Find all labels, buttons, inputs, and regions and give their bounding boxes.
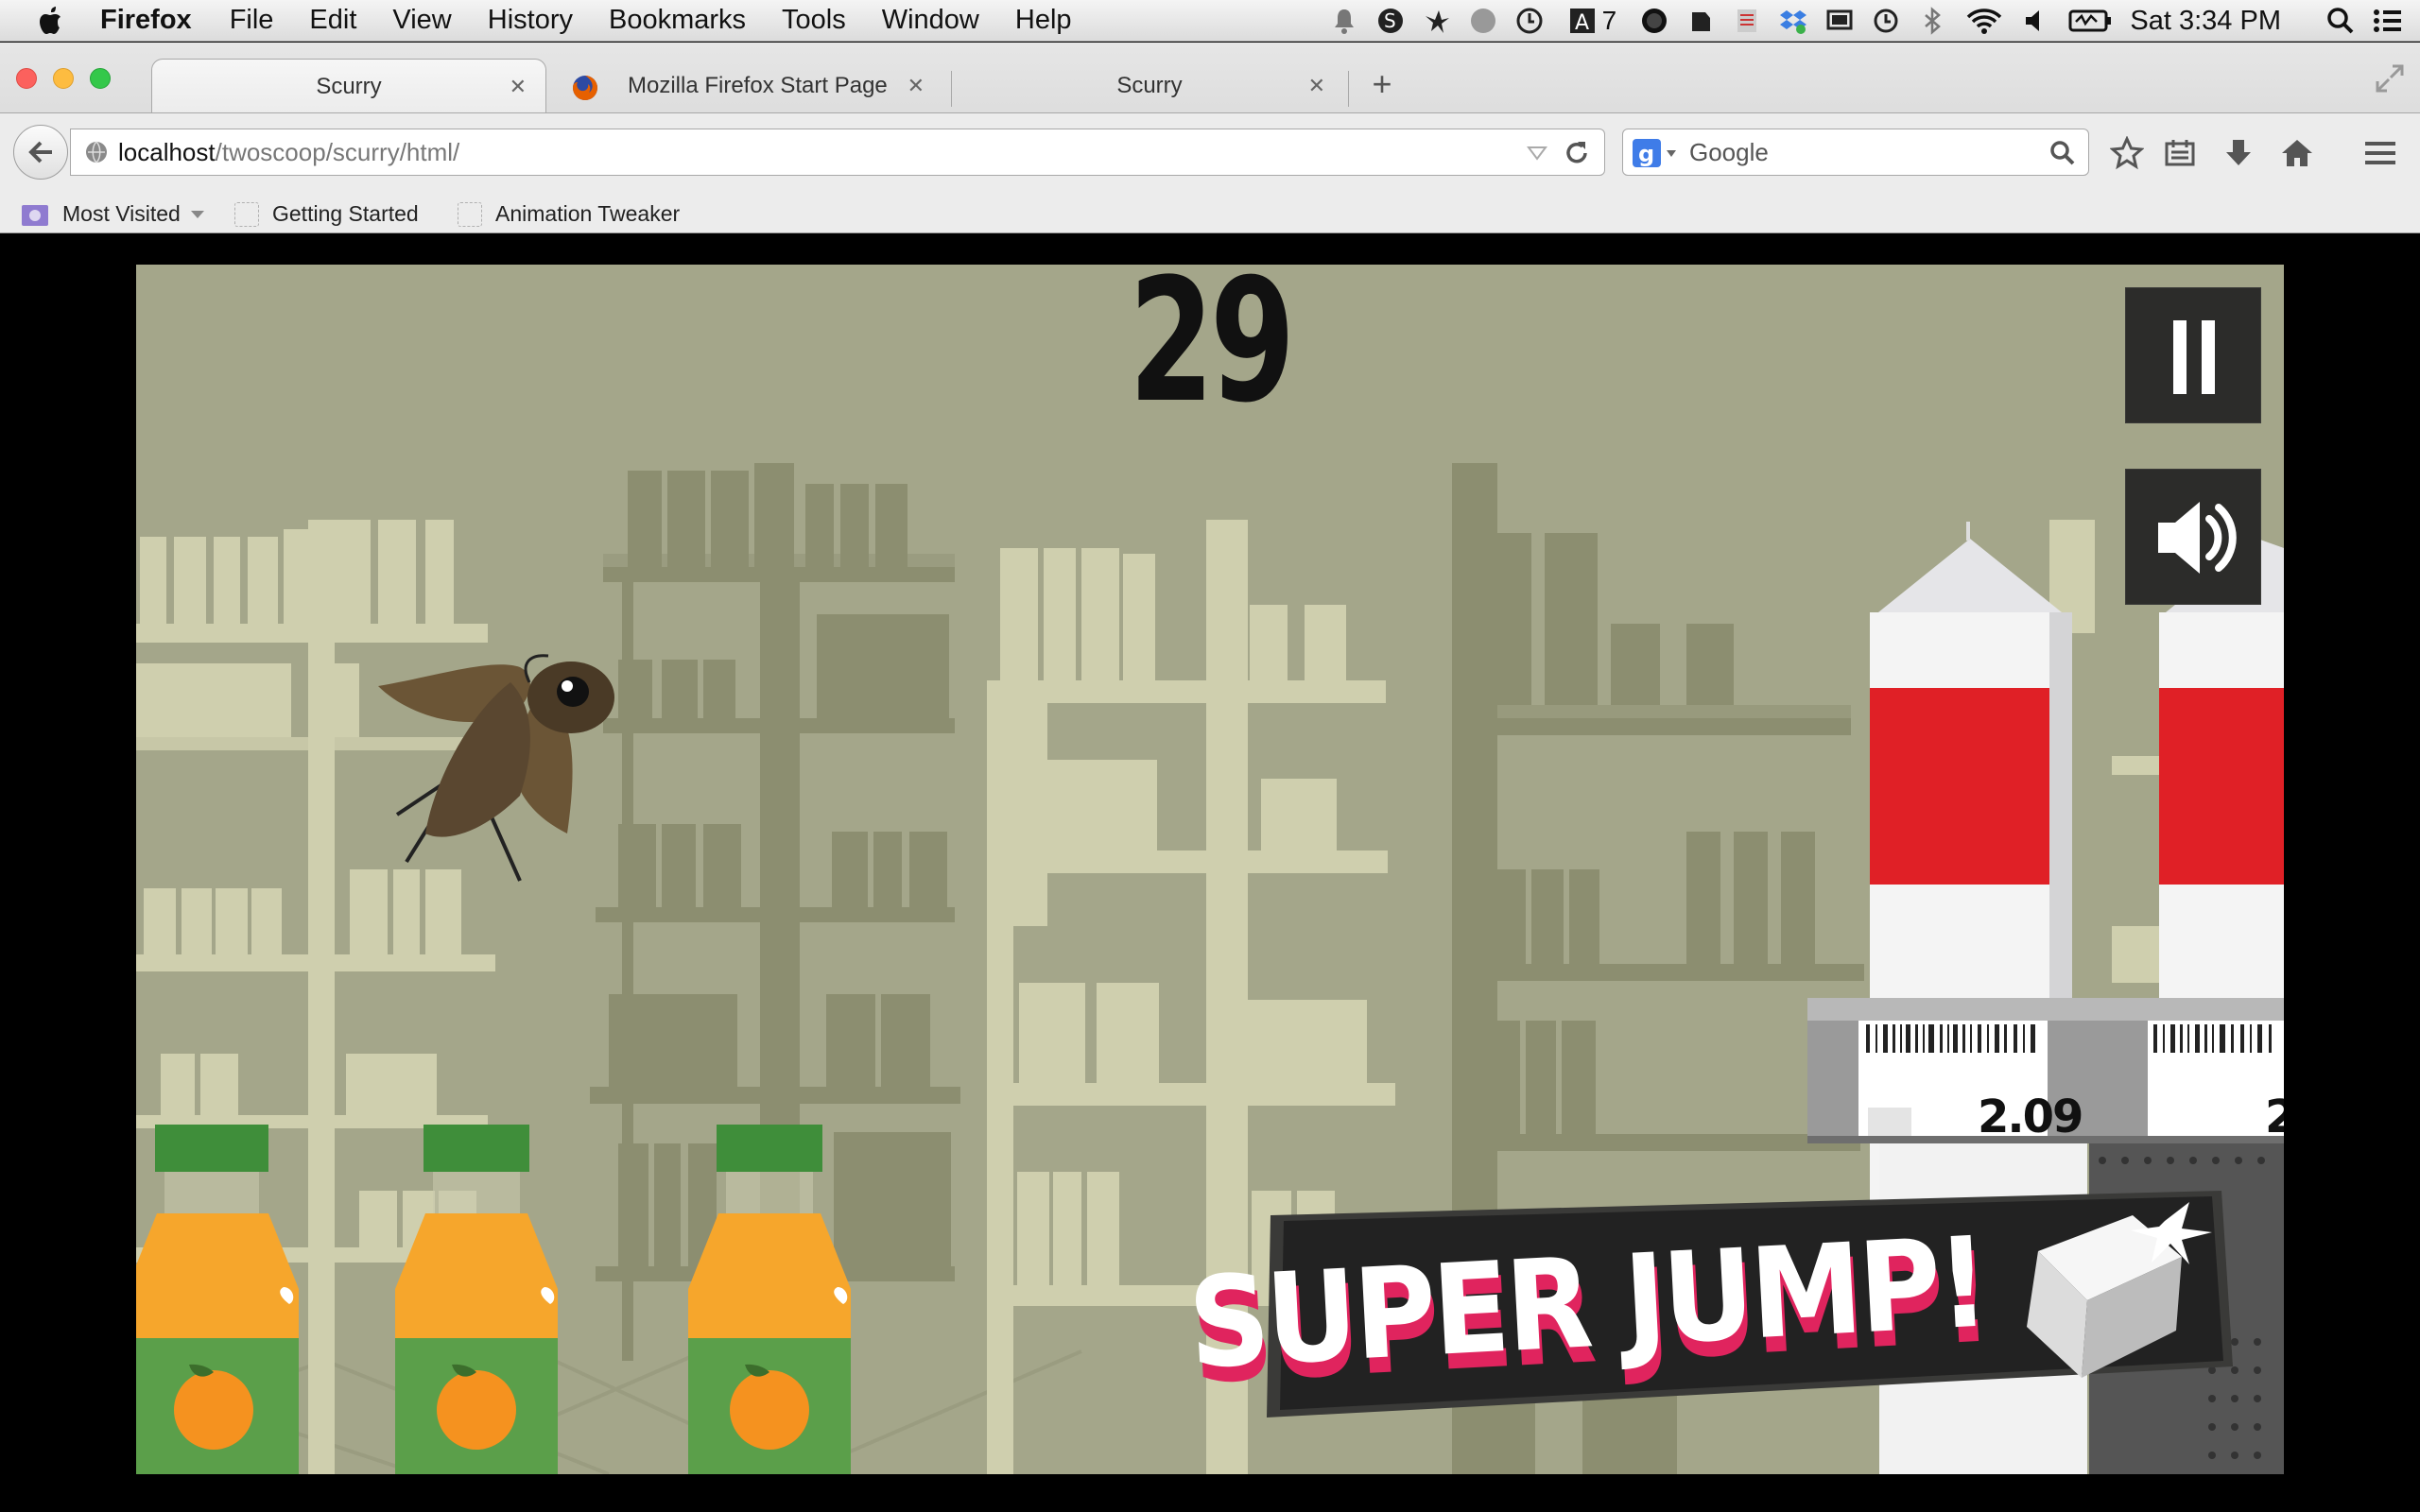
tab-label: Scurry (1116, 73, 1183, 98)
search-bar[interactable]: g Google (1622, 129, 2089, 176)
chevron-down-icon (190, 210, 204, 218)
close-tab-icon[interactable]: ✕ (1308, 74, 1325, 98)
close-window-button[interactable] (16, 68, 37, 89)
adobe-icon[interactable]: A7 (1562, 6, 1622, 35)
record-icon[interactable] (1640, 7, 1668, 35)
menu-help[interactable]: Help (1015, 5, 1072, 36)
navigation-toolbar: localhost/twoscoop/scurry/html/ g Google (0, 112, 2420, 194)
svg-text:g: g (1638, 141, 1654, 167)
tab-label: Mozilla Firefox Start Page (628, 73, 888, 98)
juice-bottle (395, 1125, 558, 1474)
bookmark-animation-tweaker[interactable]: Animation Tweaker (458, 201, 680, 227)
tab-label: Scurry (316, 73, 382, 99)
bookmarks-toolbar: Most Visited Getting Started Animation T… (0, 194, 2420, 233)
smart-folder-icon (22, 204, 48, 226)
menu-view[interactable]: View (392, 5, 451, 36)
notification-center-icon[interactable] (2373, 7, 2401, 35)
juice-bottle (136, 1125, 299, 1474)
tab-scurry[interactable]: Scurry ✕ (955, 59, 1344, 113)
cockroach-player (378, 654, 614, 882)
svg-text:A: A (1575, 11, 1589, 35)
url-path: /twoscoop/scurry/html/ (215, 138, 460, 166)
menu-bookmarks[interactable]: Bookmarks (609, 5, 746, 36)
display-icon[interactable] (1825, 7, 1854, 35)
time-machine-icon[interactable] (1872, 7, 1900, 35)
close-tab-icon[interactable]: ✕ (908, 74, 925, 98)
firefox-icon (573, 76, 597, 100)
bluetooth-icon[interactable] (1918, 7, 1946, 35)
menu-window[interactable]: Window (882, 5, 979, 36)
game-scene: SUPER JUMP! SUPER JUMP! (136, 463, 2284, 1474)
search-input[interactable]: Google (1689, 138, 1769, 167)
scrivener-icon[interactable]: S (1376, 7, 1405, 35)
bookmark-label: Getting Started (272, 201, 419, 226)
cloud-icon[interactable] (1469, 7, 1497, 35)
volume-icon[interactable] (2022, 7, 2050, 35)
url-bar[interactable]: localhost/twoscoop/scurry/html/ (70, 129, 1605, 176)
game-canvas[interactable]: SUPER JUMP! SUPER JUMP! 29 2.09 2 (136, 265, 2284, 1474)
bird-icon[interactable] (1423, 7, 1451, 35)
google-engine-icon[interactable]: g (1633, 139, 1678, 167)
menu-bar: Firefox File Edit View History Bookmarks… (0, 0, 2420, 42)
close-tab-icon[interactable]: ✕ (510, 75, 527, 99)
browser-chrome: Scurry ✕ Mozilla Firefox Start Page ✕ Sc… (0, 43, 2420, 233)
fullscreen-icon[interactable] (2371, 60, 2409, 97)
adobe-badge: 7 (1601, 6, 1617, 35)
dropbox-icon[interactable] (1779, 7, 1807, 35)
history-dropdown-icon[interactable] (1527, 145, 1547, 162)
reading-list-icon[interactable] (2161, 134, 2199, 172)
globe-icon (86, 141, 107, 163)
back-button[interactable] (13, 125, 68, 180)
pause-icon (2173, 320, 2215, 394)
minimize-window-button[interactable] (53, 68, 74, 89)
tab-firefox-start[interactable]: Mozilla Firefox Start Page ✕ (565, 59, 943, 113)
menu-file[interactable]: File (230, 5, 274, 36)
wifi-icon[interactable] (1964, 7, 2004, 35)
status-area: S A7 Sat 3:34 PM (1330, 0, 2420, 42)
tab-separator (1348, 71, 1349, 107)
price-tag-2: 2 (2265, 1091, 2284, 1143)
svg-text:S: S (1384, 9, 1396, 32)
price-tag-1: 2.09 (1978, 1091, 2083, 1143)
clock-app-icon[interactable] (1515, 7, 1544, 35)
bookmark-star-icon[interactable] (2108, 134, 2146, 172)
bell-icon[interactable] (1330, 7, 1358, 35)
zoom-window-button[interactable] (90, 68, 111, 89)
new-tab-button[interactable]: + (1363, 64, 1401, 103)
menubar-clock[interactable]: Sat 3:34 PM (2130, 6, 2281, 37)
menu-edit[interactable]: Edit (309, 5, 356, 36)
evernote-icon[interactable] (1686, 7, 1715, 35)
tab-scurry-active[interactable]: Scurry ✕ (151, 59, 546, 113)
apple-logo-icon[interactable] (36, 5, 68, 37)
menu-tools[interactable]: Tools (782, 5, 846, 36)
score-counter: 29 (1129, 265, 1295, 440)
url-text[interactable]: localhost/twoscoop/scurry/html/ (118, 138, 459, 167)
bookmark-getting-started[interactable]: Getting Started (234, 201, 419, 227)
speaker-icon (2158, 502, 2237, 574)
reload-icon[interactable] (1563, 139, 1591, 167)
tab-separator (951, 71, 952, 107)
bookmark-placeholder-icon (458, 201, 482, 227)
menu-hamburger-icon[interactable] (2361, 134, 2399, 172)
bookmark-label: Animation Tweaker (495, 201, 681, 226)
pause-button[interactable] (2125, 287, 2261, 423)
bookmark-label: Most Visited (62, 201, 181, 226)
sound-toggle-button[interactable] (2125, 469, 2261, 605)
back-arrow-icon (28, 141, 52, 163)
home-icon[interactable] (2278, 134, 2316, 172)
url-host: localhost (118, 138, 216, 166)
bookmark-placeholder-icon (234, 201, 259, 227)
battery-icon[interactable] (2068, 7, 2112, 35)
menu-app-firefox[interactable]: Firefox (100, 5, 192, 36)
menu-history[interactable]: History (488, 5, 573, 36)
spotlight-search-icon[interactable] (2326, 7, 2355, 35)
bookmark-most-visited[interactable]: Most Visited (21, 201, 205, 227)
search-icon[interactable] (2048, 139, 2077, 167)
notes-icon[interactable] (1733, 7, 1761, 35)
downloads-icon[interactable] (2220, 134, 2257, 172)
